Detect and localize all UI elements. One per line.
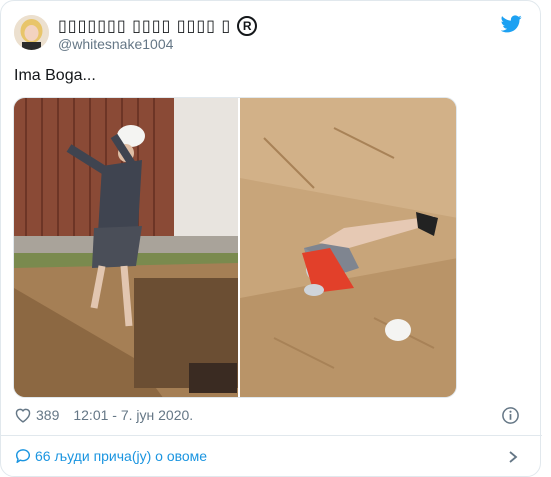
like-button[interactable]: 389 [14, 407, 59, 423]
twitter-bird-icon[interactable] [501, 15, 522, 33]
conversation-link[interactable]: 66 људи прича(ју) о овоме [1, 436, 542, 476]
info-icon[interactable] [501, 406, 520, 425]
author-name-text: ▯▯▯▯▯▯▯ ▯▯▯▯ ▯▯▯▯ ▯ [58, 18, 232, 35]
speech-bubble-icon [15, 449, 30, 464]
tweet-meta-row: 389 12:01 - 7. јун 2020. [14, 405, 193, 425]
author-display-name[interactable]: ▯▯▯▯▯▯▯ ▯▯▯▯ ▯▯▯▯ ▯ R [58, 15, 258, 37]
like-count: 389 [36, 407, 60, 423]
tweet-card: ▯▯▯▯▯▯▯ ▯▯▯▯ ▯▯▯▯ ▯ R @whitesnake1004 Im… [0, 0, 542, 477]
avatar[interactable] [14, 15, 49, 50]
conversation-count-label: 66 људи прича(ју) о овоме [35, 448, 208, 464]
tweet-media-photo[interactable] [13, 97, 457, 398]
registered-mark-icon: R [237, 16, 258, 36]
author-handle[interactable]: @whitesnake1004 [58, 36, 173, 52]
tweet-text: Ima Boga... [14, 67, 96, 84]
chevron-right-icon [509, 451, 518, 463]
heart-icon [15, 408, 31, 423]
tweet-timestamp[interactable]: 12:01 - 7. јун 2020. [73, 407, 193, 423]
